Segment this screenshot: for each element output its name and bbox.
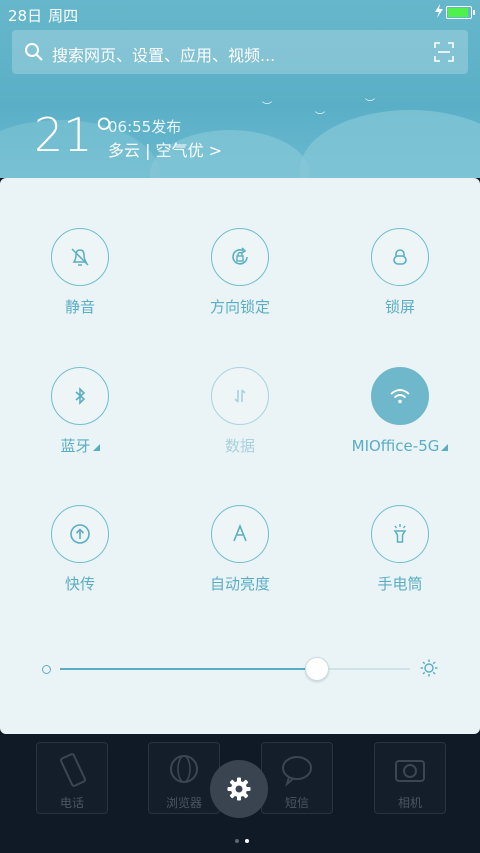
app-browser[interactable]: 浏览器 (148, 742, 220, 814)
search-placeholder: 搜索网页、设置、应用、视频... (52, 46, 276, 65)
phone-icon (59, 753, 87, 787)
toggle-mute[interactable]: 静音 (0, 228, 160, 338)
bluetooth-icon (75, 387, 86, 405)
toggle-label: 手电筒 (377, 575, 423, 593)
lock-icon (393, 249, 407, 265)
toggle-circle (371, 367, 429, 425)
flashlight-icon (393, 524, 407, 543)
fast-transfer-icon (70, 524, 90, 544)
app-label: 电话 (59, 796, 84, 810)
brightness-low-icon (42, 665, 51, 674)
status-bar: 28日 周四 (8, 5, 84, 26)
toggle-flashlight[interactable]: 手电筒 (320, 505, 480, 615)
battery-fill (448, 8, 468, 17)
settings-button[interactable] (210, 760, 268, 818)
toggle-wifi[interactable]: MIOffice-5G (320, 367, 480, 477)
app-phone[interactable]: 电话 (36, 742, 108, 814)
battery-icon (446, 6, 475, 19)
page-dot (235, 839, 239, 843)
toggle-label: MIOffice-5G (320, 437, 480, 455)
wifi-icon (390, 389, 410, 404)
bird-decoration: ︶ (315, 112, 325, 123)
toggle-lock-screen[interactable]: 锁屏 (320, 228, 480, 338)
temperature[interactable]: 21° (34, 110, 116, 160)
charging-icon (435, 4, 443, 18)
toggle-label-text: 蓝牙 (60, 437, 91, 455)
bird-decoration: ︶ (262, 102, 272, 113)
page-indicator (232, 828, 252, 847)
toggle-circle (51, 228, 109, 286)
bird-decoration: ︶ (365, 99, 375, 110)
slider-track-fill (60, 668, 316, 670)
app-label: 短信 (284, 796, 309, 810)
app-sms[interactable]: 短信 (261, 742, 333, 814)
toggle-mobile-data[interactable]: 数据 (160, 367, 320, 477)
cloud-decoration (300, 110, 480, 178)
browser-icon (170, 755, 198, 783)
toggle-label: 蓝牙 (0, 437, 160, 455)
app-label: 浏览器 (165, 796, 202, 810)
app-label: 相机 (397, 796, 422, 810)
weather-published-time: 06:55发布 (108, 118, 182, 136)
toggle-label: 自动亮度 (209, 575, 270, 593)
toggle-circle (211, 367, 269, 425)
submenu-indicator-icon (441, 444, 449, 451)
toggle-circle (51, 505, 109, 563)
brightness-slider[interactable] (0, 648, 480, 688)
toggle-label: 方向锁定 (209, 298, 270, 316)
status-date: 28日 (8, 7, 43, 25)
bell-off-icon (71, 248, 89, 266)
search-bar[interactable]: 搜索网页、设置、应用、视频... (12, 30, 468, 74)
scan-icon[interactable] (434, 42, 454, 62)
gear-icon (227, 777, 251, 801)
toggle-label: 锁屏 (384, 298, 415, 316)
toggle-circle (211, 505, 269, 563)
toggle-rotation-lock[interactable]: 方向锁定 (160, 228, 320, 338)
toggle-circle (371, 505, 429, 563)
status-weekday: 周四 (48, 7, 79, 25)
weather-summary[interactable]: 多云 | 空气优 > (108, 137, 222, 161)
toggle-circle (51, 367, 109, 425)
toggle-bluetooth[interactable]: 蓝牙 (0, 367, 160, 477)
sms-icon (282, 756, 312, 787)
auto-brightness-icon (233, 523, 247, 542)
toggle-label: 静音 (64, 298, 95, 316)
camera-icon (395, 760, 425, 782)
quick-settings-panel: 静音 方向锁定 锁屏 蓝牙 数据 MIOffice-5G 快传 自动亮度 手电筒 (0, 178, 480, 734)
app-camera[interactable]: 相机 (374, 742, 446, 814)
toggle-fast-transfer[interactable]: 快传 (0, 505, 160, 615)
page-dot-active (245, 839, 249, 843)
submenu-indicator-icon (92, 444, 100, 451)
slider-handle[interactable] (305, 657, 329, 681)
toggle-label-text: MIOffice-5G (351, 437, 440, 455)
toggle-auto-brightness[interactable]: 自动亮度 (160, 505, 320, 615)
brightness-high-icon (420, 659, 438, 677)
toggle-circle (371, 228, 429, 286)
toggle-circle (211, 228, 269, 286)
rotation-lock-icon (232, 247, 248, 265)
weather-header: ︶ ︶ ︶ 28日 周四 搜索网页、设置、应用、视频... 21° 06:55发布… (0, 0, 480, 178)
toggle-label: 数据 (224, 437, 255, 455)
toggle-label: 快传 (64, 575, 95, 593)
search-icon (25, 43, 43, 61)
mobile-data-icon (234, 389, 246, 403)
